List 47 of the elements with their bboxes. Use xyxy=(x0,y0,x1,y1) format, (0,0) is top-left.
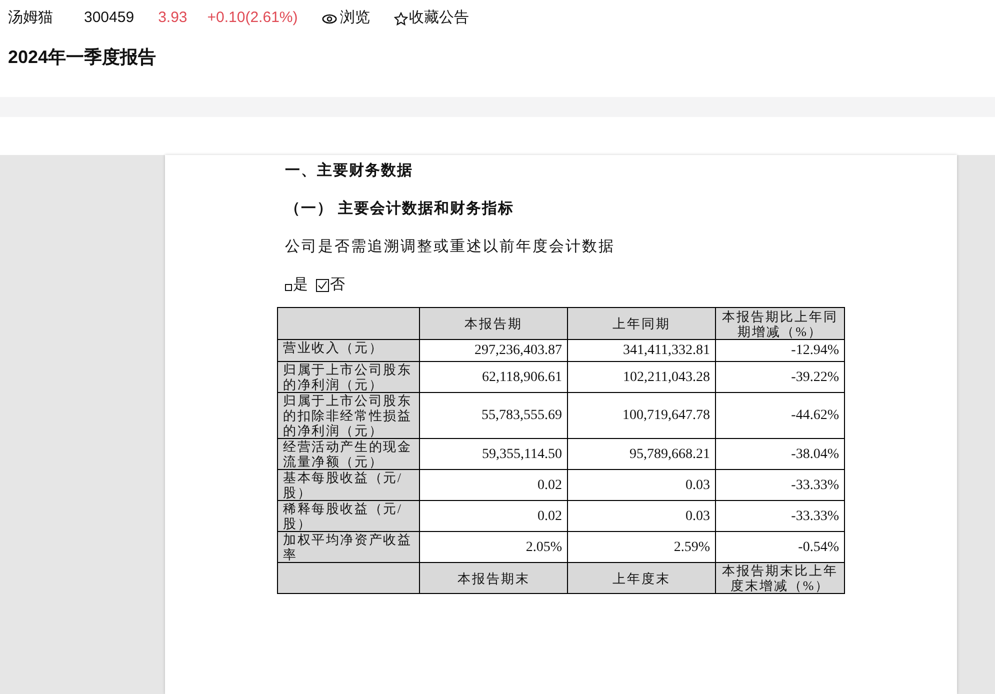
row-label: 加权平均净资产收益率 xyxy=(278,532,420,562)
table-cell: -33.33% xyxy=(716,470,844,500)
section-heading: 一、主要财务数据 xyxy=(285,160,414,181)
star-icon xyxy=(394,12,408,26)
row-label: 营业收入（元） xyxy=(278,340,420,362)
stock-code: 300459 xyxy=(84,8,134,28)
table-cell: 59,355,114.50 xyxy=(420,438,568,470)
table-cell: 102,211,043.28 xyxy=(568,362,716,392)
question-text: 公司是否需追溯调整或重述以前年度会计数据 xyxy=(285,237,616,257)
price-change: +0.10(2.61%) xyxy=(207,8,298,28)
table-cell: 55,783,555.69 xyxy=(420,392,568,438)
table-cell: 95,789,668.21 xyxy=(568,438,716,470)
stock-name: 汤姆猫 xyxy=(8,8,53,28)
row-label: 稀释每股收益（元/股） xyxy=(278,500,420,532)
column-header: 本报告期末比上年度末增减（%） xyxy=(716,562,844,594)
table-cell: 62,118,906.61 xyxy=(420,362,568,392)
row-label: 基本每股收益（元/股） xyxy=(278,470,420,500)
favorite-button[interactable]: 收藏公告 xyxy=(394,7,469,30)
report-title: 2024年一季度报告 xyxy=(7,46,158,69)
option-checkbox[interactable]: 是 xyxy=(285,274,308,296)
subsection-heading: （一） 主要会计数据和财务指标 xyxy=(285,198,515,219)
column-header: 本报告期末 xyxy=(420,562,568,594)
eye-icon xyxy=(322,14,337,24)
table-cell: 0.02 xyxy=(420,500,568,532)
column-header: 上年同期 xyxy=(568,308,716,340)
row-label: 归属于上市公司股东的净利润（元） xyxy=(278,362,420,392)
checked-box-icon xyxy=(316,278,329,292)
table-cell: 297,236,403.87 xyxy=(420,340,568,362)
option-checkbox[interactable]: 否 xyxy=(316,274,345,296)
row-label: 经营活动产生的现金流量净额（元） xyxy=(278,438,420,470)
column-header: 本报告期 xyxy=(420,308,568,340)
table-cell: -44.62% xyxy=(716,392,844,438)
table-cell: 0.03 xyxy=(568,500,716,532)
table-cell: -12.94% xyxy=(716,340,844,362)
table-cell: -33.33% xyxy=(716,500,844,532)
row-label: 归属于上市公司股东的扣除非经常性损益的净利润（元） xyxy=(278,392,420,438)
browse-button[interactable]: 浏览 xyxy=(322,7,370,30)
table-cell: -38.04% xyxy=(716,438,844,470)
stock-price: 3.93 xyxy=(158,8,188,28)
table-cell: 341,411,332.81 xyxy=(568,340,716,362)
column-header: 上年度末 xyxy=(568,562,716,594)
table-cell: 0.02 xyxy=(420,470,568,500)
column-header: 本报告期比上年同期增减（%） xyxy=(716,308,844,340)
empty-box-icon xyxy=(285,284,292,290)
table-cell: 0.03 xyxy=(568,470,716,500)
table-cell: 100,719,647.78 xyxy=(568,392,716,438)
table-cell: -39.22% xyxy=(716,362,844,392)
